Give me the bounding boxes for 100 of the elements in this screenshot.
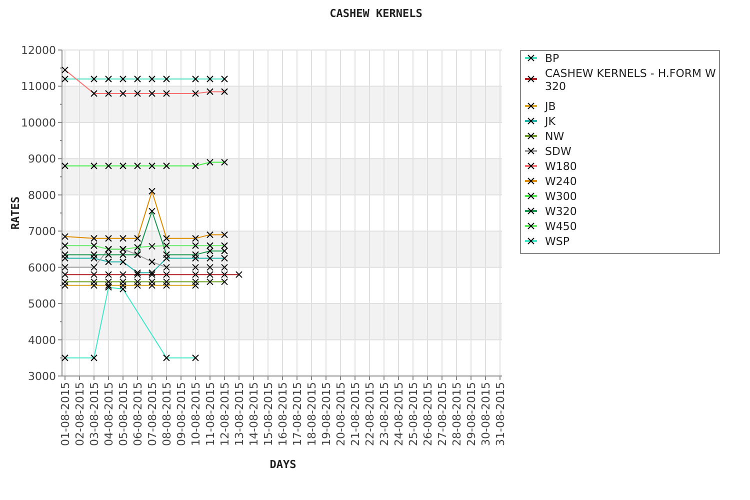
point-marker [148,258,156,266]
point-marker [148,208,156,215]
point-marker [206,231,214,238]
x-tick-label: 08-08-2015 [160,382,174,446]
x-tick-label: 29-08-2015 [465,382,478,446]
point-marker [221,88,228,96]
point-marker [206,75,214,82]
x-axis-title: DAYS [270,458,296,471]
legend-swatch [525,162,537,170]
x-tick-label: 06-08-2015 [132,382,144,446]
point-marker [148,242,156,250]
y-tick-label: 8000 [28,188,56,202]
x-tick-label: 14-08-2015 [248,382,260,446]
x-tick-label: 27-08-2015 [436,382,449,446]
x-tick-label: 31-08-2015 [494,382,507,446]
legend-swatch [525,132,537,140]
legend-swatch [525,222,537,230]
legend-label: W300 [545,190,577,203]
x-tick-label: 25-08-2015 [407,382,420,446]
point-marker [90,354,98,362]
legend-label: W180 [545,160,577,173]
y-tick-label: 10000 [21,116,56,130]
y-tick-label: 12000 [21,44,56,57]
legend-swatch [525,54,537,62]
point-marker [163,354,170,362]
legend-label: CASHEW KERNELS - H.FORM W 320 [545,67,716,93]
legend-swatch [525,102,537,110]
y-tick-label: 4000 [28,334,56,347]
legend-swatch [525,192,537,200]
legend-label: JB [545,100,556,113]
point-marker [90,90,98,97]
point-marker [221,75,228,82]
point-marker [120,162,126,170]
legend-label: SDW [545,145,572,158]
x-tick-label: 26-08-2015 [422,382,434,446]
point-marker [120,234,126,242]
point-marker [221,158,228,166]
legend-swatch [525,208,537,214]
point-marker [120,90,126,97]
x-tick-label: 17-08-2015 [291,382,304,446]
point-marker [148,188,156,195]
point-marker [105,90,112,97]
point-marker [62,162,68,170]
legend-swatch [525,148,537,154]
x-tick-label: 09-08-2015 [175,382,188,446]
point-marker [134,75,141,82]
chart-title: CASHEW KERNELS [330,7,422,20]
point-marker [90,162,98,170]
point-marker [120,75,126,82]
point-marker [105,75,112,82]
x-tick-label: 15-08-2015 [262,382,275,446]
point-marker [163,75,170,82]
x-tick-label: 28-08-2015 [450,382,464,446]
legend-label: W450 [545,220,577,233]
point-marker [206,158,214,166]
point-marker [134,90,141,97]
legend-swatch [525,178,537,184]
point-marker [236,271,242,278]
x-tick-label: 11-08-2015 [204,382,217,446]
point-marker [192,162,199,170]
x-tick-label: 23-08-2015 [378,382,391,446]
point-marker [192,75,199,82]
point-marker [62,354,68,362]
legend-label: W320 [545,205,577,218]
x-tick-label: 01-08-2015 [59,382,72,446]
x-tick-label: 05-08-2015 [117,382,130,446]
x-tick-label: 02-08-2015 [74,382,86,446]
point-marker [134,162,141,170]
point-marker [148,75,156,82]
legend-label: WSP [545,235,570,248]
y-tick-label: 11000 [21,80,56,94]
x-tick-label: 04-08-2015 [102,382,116,446]
x-tick-label: 16-08-2015 [276,382,290,446]
y-axis-title: RATES [9,196,22,230]
y-tick-label: 6000 [28,261,56,274]
point-marker [62,75,68,82]
legend-swatch [525,238,537,244]
point-marker [192,354,199,362]
legend-label: W240 [545,175,577,188]
x-tick-label: 03-08-2015 [88,382,101,446]
point-marker [90,75,98,82]
point-marker [134,234,141,242]
legend-label: NW [545,130,564,143]
y-tick-label: 5000 [28,298,56,311]
x-tick-label: 13-08-2015 [233,382,246,446]
point-marker [62,66,68,74]
x-tick-label: 30-08-2015 [480,382,492,446]
point-marker [163,90,170,97]
x-tick-label: 20-08-2015 [334,382,348,446]
x-tick-label: 18-08-2015 [306,382,318,446]
x-tick-label: 12-08-2015 [218,382,232,446]
point-marker [221,231,228,238]
legend-label: JK [545,115,556,128]
x-tick-label: 19-08-2015 [320,382,333,446]
y-tick-label: 9000 [28,152,56,166]
x-tick-label: 10-08-2015 [190,382,202,446]
point-marker [206,88,214,96]
point-marker [148,90,156,97]
x-tick-label: 22-08-2015 [364,382,376,446]
point-marker [62,233,68,240]
